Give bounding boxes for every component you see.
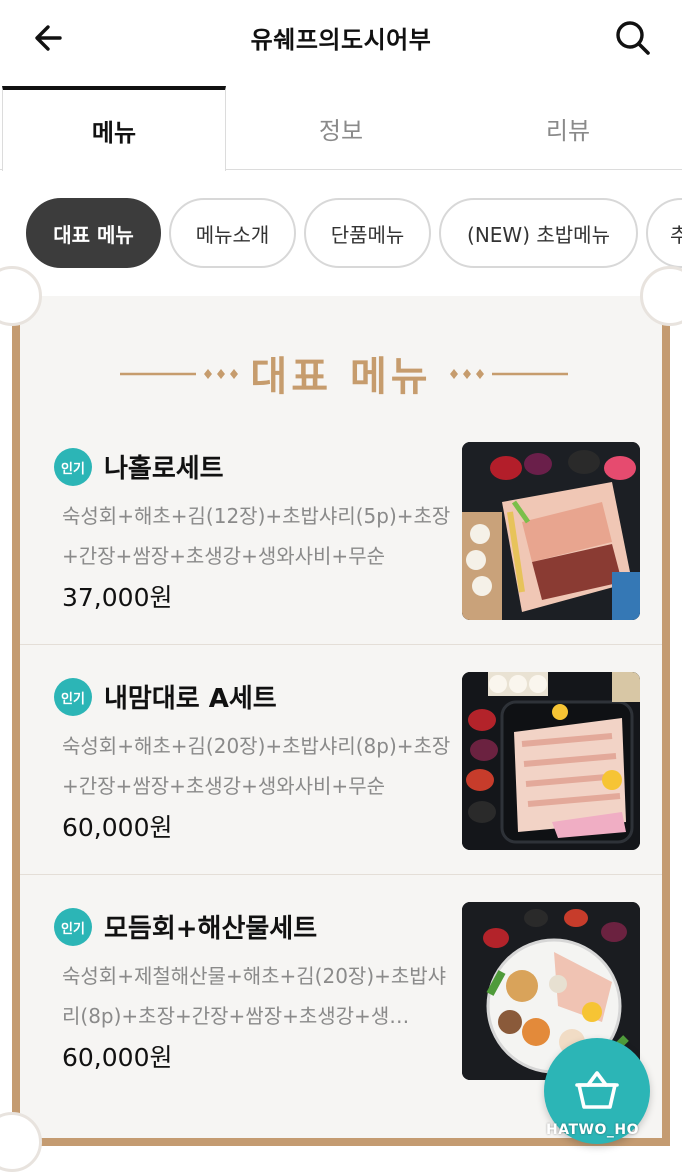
app-header: 유쉐프의도시어부: [0, 0, 682, 80]
menu-item-a-set[interactable]: 인기 내맘대로 A세트 숙성회+해초+김(20장)+초밥샤리(8p)+초장+간장…: [48, 672, 640, 872]
menu-item-photo: [462, 672, 640, 850]
menu-item-name: 내맘대로 A세트: [104, 684, 277, 714]
item-divider: [20, 874, 662, 875]
board-corner: [0, 1112, 42, 1172]
chip-signature-menu[interactable]: 대표 메뉴: [26, 198, 161, 268]
menu-item-description: 숙성회+해초+김(12장)+초밥샤리(5p)+초장+간장+쌈장+초생강+생와사비…: [62, 504, 451, 568]
menu-item-price: 60,000원: [62, 1043, 173, 1072]
chip-single-menu[interactable]: 단품메뉴: [304, 198, 431, 268]
menu-item-nahollo-set[interactable]: 인기 나홀로세트 숙성회+해초+김(12장)+초밥샤리(5p)+초장+간장+쌈장…: [48, 442, 640, 642]
chip-new-sushi-menu[interactable]: (NEW) 초밥메뉴: [439, 198, 638, 268]
chip-menu-intro[interactable]: 메뉴소개: [169, 198, 296, 268]
menu-item-price: 60,000원: [62, 813, 173, 842]
chip-more[interactable]: 추: [646, 198, 682, 268]
menu-item-name: 모듬회+해산물세트: [104, 914, 318, 944]
watermark-text: HATWO_HO: [546, 1122, 639, 1138]
menu-item-description: 숙성회+해초+김(20장)+초밥샤리(8p)+초장+간장+쌈장+초생강+생와사비…: [62, 734, 451, 798]
search-icon: [616, 21, 650, 55]
tab-info[interactable]: 정보: [228, 86, 454, 170]
popular-badge: 인기: [54, 908, 92, 946]
popular-badge: 인기: [54, 678, 92, 716]
menu-item-price: 37,000원: [62, 583, 173, 612]
tab-bar: 메뉴 정보 리뷰: [0, 86, 682, 171]
popular-badge: 인기: [54, 448, 92, 486]
tab-review[interactable]: 리뷰: [454, 86, 682, 170]
shopping-basket-icon: [575, 1071, 619, 1109]
menu-item-photo: [462, 442, 640, 620]
board-corner: [640, 266, 682, 326]
tab-menu[interactable]: 메뉴: [2, 86, 226, 171]
menu-item-description: 숙성회+제철해산물+해초+김(20장)+초밥샤리(8p)+초장+간장+쌈장+초생…: [62, 964, 447, 1028]
ornament-right: [450, 369, 568, 379]
category-chips: 대표 메뉴 메뉴소개 단품메뉴 (NEW) 초밥메뉴 추: [0, 196, 682, 272]
search-button[interactable]: [608, 16, 656, 60]
menu-board: 대표 메뉴 인기 나홀로세트 숙성회+해초+김(12장)+초밥샤리(5p)+초장…: [0, 266, 682, 1172]
page-title: 유쉐프의도시어부: [250, 26, 432, 54]
item-divider: [20, 644, 662, 645]
board-corner: [0, 266, 42, 326]
menu-item-name: 나홀로세트: [104, 454, 224, 484]
